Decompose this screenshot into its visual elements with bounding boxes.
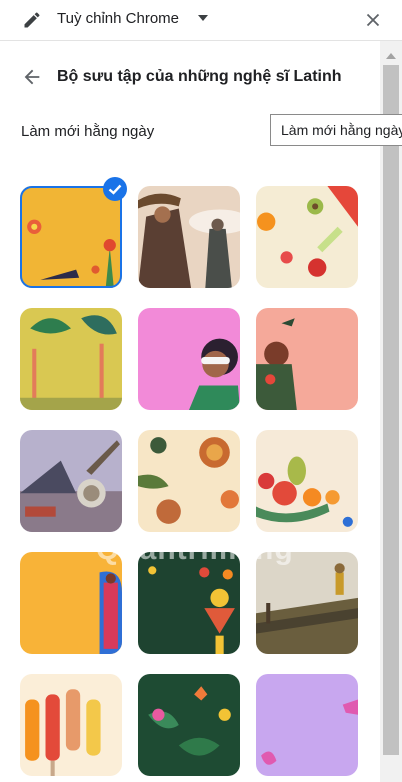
arrow-back-icon[interactable]: [21, 66, 43, 88]
wallpaper-tile-15[interactable]: [256, 674, 358, 776]
panel-title[interactable]: Tuỳ chỉnh Chrome: [57, 10, 179, 27]
wallpaper-tile-5[interactable]: [138, 308, 240, 410]
top-bar: Tuỳ chỉnh Chrome: [0, 0, 402, 41]
check-icon: [103, 177, 127, 201]
wallpaper-tile-10[interactable]: [20, 552, 122, 654]
wallpaper-tile-2[interactable]: [138, 186, 240, 288]
scrollbar-thumb[interactable]: [383, 65, 399, 755]
wallpaper-tile-11[interactable]: [138, 552, 240, 654]
pencil-icon[interactable]: [22, 10, 42, 30]
wallpaper-tile-8[interactable]: [138, 430, 240, 532]
caret-down-icon[interactable]: [198, 15, 208, 21]
daily-refresh-tooltip: Làm mới hằng ngày: [270, 114, 402, 146]
wallpaper-tile-14[interactable]: [138, 674, 240, 776]
wallpaper-tile-4[interactable]: [20, 308, 122, 410]
daily-refresh-label: Làm mới hằng ngày: [21, 123, 155, 140]
collection-title: Bộ sưu tập của những nghệ sĩ Latinh: [57, 68, 342, 85]
wallpaper-tile-6[interactable]: [256, 308, 358, 410]
wallpaper-tile-1[interactable]: [20, 186, 122, 288]
wallpaper-tile-7[interactable]: [20, 430, 122, 532]
scrollbar[interactable]: [380, 41, 402, 782]
wallpaper-tile-9[interactable]: [256, 430, 358, 532]
wallpaper-tile-13[interactable]: [20, 674, 122, 776]
collection-panel: Bộ sưu tập của những nghệ sĩ Latinh Làm …: [0, 41, 380, 782]
close-icon[interactable]: [362, 9, 384, 31]
scroll-up-icon[interactable]: [386, 53, 396, 59]
wallpaper-tile-12[interactable]: [256, 552, 358, 654]
wallpaper-tile-3[interactable]: [256, 186, 358, 288]
